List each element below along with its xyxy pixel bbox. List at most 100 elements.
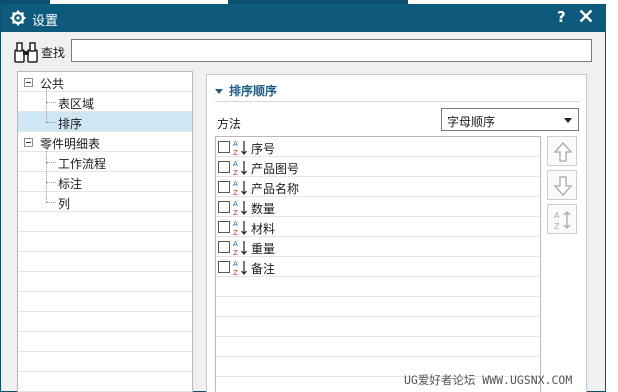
tree-item-label: 公共 [40,77,65,91]
method-dropdown-value: 字母顺序 [447,115,496,129]
column-checkbox[interactable] [218,161,230,173]
sort-order-button[interactable]: A Z [547,204,577,234]
list-item[interactable]: AZ 重量 [216,237,540,257]
tree-item-label: 排序 [58,117,83,131]
find-input[interactable] [71,39,592,62]
find-label: 查找 [41,46,66,60]
sort-az-icon: AZ [233,200,247,216]
tree-connector [46,102,56,103]
tree-empty-row [18,232,192,252]
column-name: 序号 [251,142,276,156]
collapse-icon[interactable] [24,138,33,147]
svg-text:A: A [233,220,238,228]
svg-text:A: A [554,211,560,220]
sort-az-icon: AZ [233,140,247,156]
tree-empty-row [18,292,192,312]
dialog-title: 设置 [32,14,59,29]
move-up-button[interactable] [547,136,577,166]
watermark: UG爱好者论坛 WWW.UGSNX.COM [404,373,573,387]
list-empty-row [216,337,540,357]
close-icon[interactable] [579,9,593,23]
list-item[interactable]: AZ 产品图号 [216,157,540,177]
column-checkbox[interactable] [218,181,230,193]
list-item[interactable]: AZ 材料 [216,217,540,237]
tree-connector [46,122,56,123]
list-empty-row [216,297,540,317]
sort-az-icon: AZ [233,160,247,176]
tree-item-workflow[interactable]: 工作流程 [18,152,192,172]
column-checkbox[interactable] [218,221,230,233]
svg-text:A: A [233,260,238,268]
column-name: 材料 [251,222,276,236]
help-button[interactable]: ? [557,8,566,26]
column-checkbox[interactable] [218,261,230,273]
tree-connector [46,148,47,202]
sort-az-icon: A Z [554,211,571,231]
tree-item-columns[interactable]: 列 [18,192,192,212]
column-name: 重量 [251,242,276,256]
settings-tree: 公共 表区域 排序 零件明细表 工作流程 标注 列 [17,71,193,392]
move-down-button[interactable] [547,170,577,200]
settings-dialog: 设置 ? 查找 公共 表区域 排序 零件明细表 工作流程 标注 列 排序顺序 方… [0,4,606,392]
method-label: 方法 [217,117,242,131]
list-item[interactable]: AZ 备注 [216,257,540,277]
tree-connector [46,88,47,122]
section-title: 排序顺序 [229,84,278,98]
expand-triangle-icon [215,89,223,94]
list-item[interactable]: AZ 数量 [216,197,540,217]
tree-item-sort[interactable]: 排序 [18,112,192,132]
tree-connector [46,182,56,183]
tree-item-annotation[interactable]: 标注 [18,172,192,192]
svg-text:A: A [233,140,238,148]
sort-settings-panel: 排序顺序 方法 字母顺序 AZ 序号 AZ 产品图号 AZ 产品名称 A Z 数… [206,74,587,392]
section-sort-order-header[interactable]: 排序顺序 [215,82,277,99]
sort-columns-list: AZ 序号 AZ 产品图号 AZ 产品名称 AZ 数量 AZ 材料 A Z 重量… [215,136,541,392]
svg-text:Z: Z [233,149,238,156]
binoculars-icon [14,42,38,63]
tree-empty-row [18,312,192,332]
tree-item-table-region[interactable]: 表区域 [18,92,192,112]
tree-item-label: 工作流程 [58,157,107,171]
svg-text:A: A [233,180,238,188]
column-checkbox[interactable] [218,241,230,253]
tree-item-label: 列 [58,197,71,211]
svg-text:Z: Z [233,189,238,196]
tree-empty-row [18,212,192,232]
tree-item-label: 零件明细表 [40,137,101,151]
chevron-down-icon [564,118,572,123]
move-down-icon [553,176,573,196]
svg-text:Z: Z [233,169,238,176]
collapse-icon[interactable] [24,78,33,87]
tree-item-parts-list[interactable]: 零件明细表 [18,132,192,152]
list-empty-row [216,277,540,297]
tree-connector [46,202,56,203]
column-name: 备注 [251,262,276,276]
tree-connector [46,162,56,163]
svg-text:Z: Z [233,269,238,276]
gear-icon [10,10,26,26]
svg-text:Z: Z [233,229,238,236]
svg-text:A: A [233,200,238,208]
column-checkbox[interactable] [218,141,230,153]
tree-item-label: 标注 [58,177,83,191]
title-bar[interactable]: 设置 ? [1,4,606,32]
list-item[interactable]: AZ 序号 [216,137,540,157]
tree-item-common[interactable]: 公共 [18,72,192,92]
move-up-icon [553,142,573,162]
sort-az-icon: AZ [233,220,247,236]
section-divider [215,101,580,102]
column-checkbox[interactable] [218,201,230,213]
tree-empty-row [18,352,192,372]
tree-empty-row [18,272,192,292]
column-name: 产品图号 [251,162,300,176]
svg-text:Z: Z [233,249,238,256]
list-item[interactable]: AZ 产品名称 [216,177,540,197]
tree-empty-row [18,252,192,272]
tree-item-label: 表区域 [58,97,95,111]
tree-empty-row [18,372,192,392]
svg-text:A: A [233,240,238,248]
svg-text:Z: Z [233,209,238,216]
method-dropdown[interactable]: 字母顺序 [441,108,579,131]
svg-text:Z: Z [554,222,560,231]
column-name: 数量 [251,202,276,216]
